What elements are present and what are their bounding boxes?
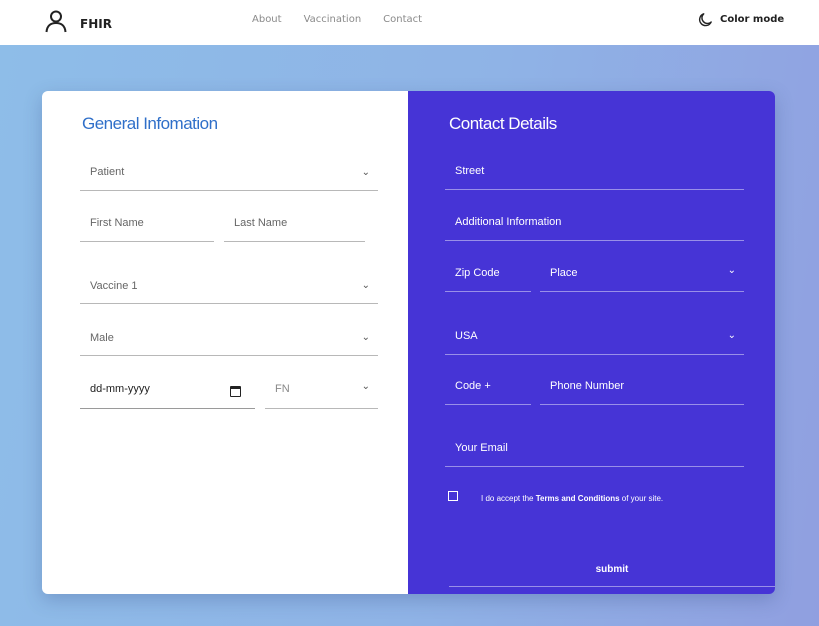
chevron-down-icon: ⌄ bbox=[727, 265, 736, 276]
fn-select-value: FN bbox=[275, 383, 290, 395]
moon-icon bbox=[698, 13, 712, 27]
first-name-placeholder: First Name bbox=[90, 217, 144, 229]
calendar-icon[interactable] bbox=[230, 386, 241, 397]
fn-select[interactable]: FN ⌄ bbox=[265, 371, 378, 409]
nav-links: About Vaccination Contact bbox=[252, 14, 444, 25]
contact-details-panel: Contact Details Street Additional Inform… bbox=[408, 91, 775, 594]
chevron-down-icon: ⌄ bbox=[361, 332, 370, 343]
registration-card: General Infomation Patient ⌄ First Name … bbox=[42, 91, 775, 594]
gender-select-value: Male bbox=[90, 332, 114, 344]
terms-prefix: I do accept the bbox=[481, 494, 536, 503]
phone-number-placeholder: Phone Number bbox=[550, 380, 624, 392]
street-placeholder: Street bbox=[455, 165, 485, 177]
email-input[interactable]: Your Email bbox=[445, 430, 744, 467]
phone-code-input[interactable]: Code + bbox=[445, 368, 531, 405]
vaccine-select-value: Vaccine 1 bbox=[90, 280, 138, 292]
nav-link-vaccination[interactable]: Vaccination bbox=[304, 14, 362, 25]
chevron-down-icon: ⌄ bbox=[361, 167, 370, 178]
phone-number-input[interactable]: Phone Number bbox=[540, 368, 744, 405]
brand[interactable]: FHIR bbox=[44, 9, 112, 33]
chevron-down-icon: ⌄ bbox=[361, 280, 370, 291]
date-input[interactable]: dd-mm-yyyy bbox=[80, 371, 255, 409]
general-information-panel: General Infomation Patient ⌄ First Name … bbox=[42, 91, 408, 594]
color-mode-label: Color mode bbox=[720, 14, 785, 25]
user-icon bbox=[45, 10, 67, 33]
zip-code-placeholder: Zip Code bbox=[455, 267, 500, 279]
color-mode-toggle[interactable]: Color mode bbox=[697, 11, 784, 28]
email-placeholder: Your Email bbox=[455, 442, 508, 454]
vaccine-select[interactable]: Vaccine 1 ⌄ bbox=[80, 266, 378, 304]
terms-suffix: of your site. bbox=[619, 494, 664, 503]
navbar: FHIR About Vaccination Contact Color mod… bbox=[0, 0, 819, 45]
place-select-value: Place bbox=[550, 267, 578, 279]
submit-label: submit bbox=[595, 564, 629, 575]
patient-select[interactable]: Patient ⌄ bbox=[80, 154, 378, 191]
phone-code-placeholder: Code + bbox=[455, 380, 491, 392]
terms-link[interactable]: Terms and Conditions bbox=[536, 494, 620, 503]
submit-button[interactable]: submit bbox=[449, 557, 775, 587]
first-name-input[interactable]: First Name bbox=[80, 205, 214, 242]
terms-text: I do accept the Terms and Conditions of … bbox=[481, 494, 663, 503]
contact-details-title: Contact Details bbox=[449, 114, 557, 133]
chevron-down-icon: ⌄ bbox=[727, 330, 736, 341]
last-name-input[interactable]: Last Name bbox=[224, 205, 365, 242]
patient-select-value: Patient bbox=[90, 166, 125, 178]
country-select-value: USA bbox=[455, 330, 478, 342]
nav-link-about[interactable]: About bbox=[252, 14, 282, 25]
nav-link-contact[interactable]: Contact bbox=[383, 14, 422, 25]
chevron-down-icon: ⌄ bbox=[361, 381, 370, 392]
street-input[interactable]: Street bbox=[445, 153, 744, 190]
gender-select[interactable]: Male ⌄ bbox=[80, 318, 378, 356]
date-input-value: dd-mm-yyyy bbox=[90, 383, 150, 395]
general-information-title: General Infomation bbox=[82, 114, 218, 133]
additional-information-placeholder: Additional Information bbox=[455, 216, 562, 228]
place-select[interactable]: Place ⌄ bbox=[540, 255, 744, 292]
additional-information-input[interactable]: Additional Information bbox=[445, 204, 744, 241]
zip-code-input[interactable]: Zip Code bbox=[445, 255, 531, 292]
last-name-placeholder: Last Name bbox=[234, 217, 288, 229]
country-select[interactable]: USA ⌄ bbox=[445, 317, 744, 355]
terms-checkbox[interactable] bbox=[448, 491, 458, 501]
brand-name: FHIR bbox=[80, 17, 112, 31]
